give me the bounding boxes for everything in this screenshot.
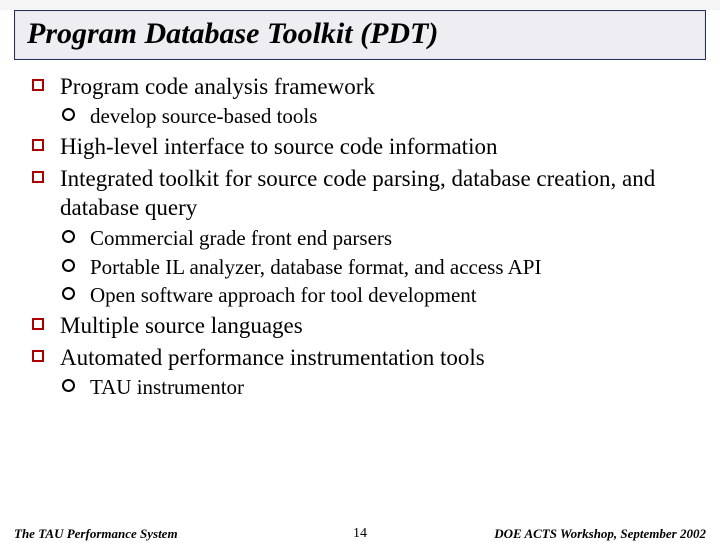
slide-title: Program Database Toolkit (PDT) bbox=[27, 17, 695, 51]
sub-bullet-text: TAU instrumentor bbox=[90, 375, 244, 399]
bullet: High-level interface to source code info… bbox=[30, 132, 696, 161]
sub-bullet: Open software approach for tool developm… bbox=[60, 282, 696, 309]
bullet-text: Multiple source languages bbox=[60, 313, 303, 338]
sub-bullet: Commercial grade front end parsers bbox=[60, 225, 696, 252]
sub-bullet-text: Portable IL analyzer, database format, a… bbox=[90, 255, 541, 279]
sub-bullet-text: develop source-based tools bbox=[90, 104, 317, 128]
bullet: Program code analysis framework develop … bbox=[30, 72, 696, 130]
bullet-text: Integrated toolkit for source code parsi… bbox=[60, 166, 655, 220]
bullet: Multiple source languages bbox=[30, 311, 696, 340]
bullet: Automated performance instrumentation to… bbox=[30, 343, 696, 401]
title-box: Program Database Toolkit (PDT) bbox=[14, 10, 706, 60]
bullet-text: Program code analysis framework bbox=[60, 74, 375, 99]
content: Program code analysis framework develop … bbox=[0, 64, 720, 401]
sub-bullet: develop source-based tools bbox=[60, 103, 696, 130]
bullet: Integrated toolkit for source code parsi… bbox=[30, 164, 696, 310]
sub-bullet: Portable IL analyzer, database format, a… bbox=[60, 254, 696, 281]
slide: { "title": "Program Database Toolkit (PD… bbox=[0, 10, 720, 550]
bullet-text: Automated performance instrumentation to… bbox=[60, 345, 485, 370]
sub-bullet: TAU instrumentor bbox=[60, 374, 696, 401]
sub-bullet-text: Open software approach for tool developm… bbox=[90, 283, 477, 307]
sub-bullet-text: Commercial grade front end parsers bbox=[90, 226, 392, 250]
bullet-text: High-level interface to source code info… bbox=[60, 134, 497, 159]
